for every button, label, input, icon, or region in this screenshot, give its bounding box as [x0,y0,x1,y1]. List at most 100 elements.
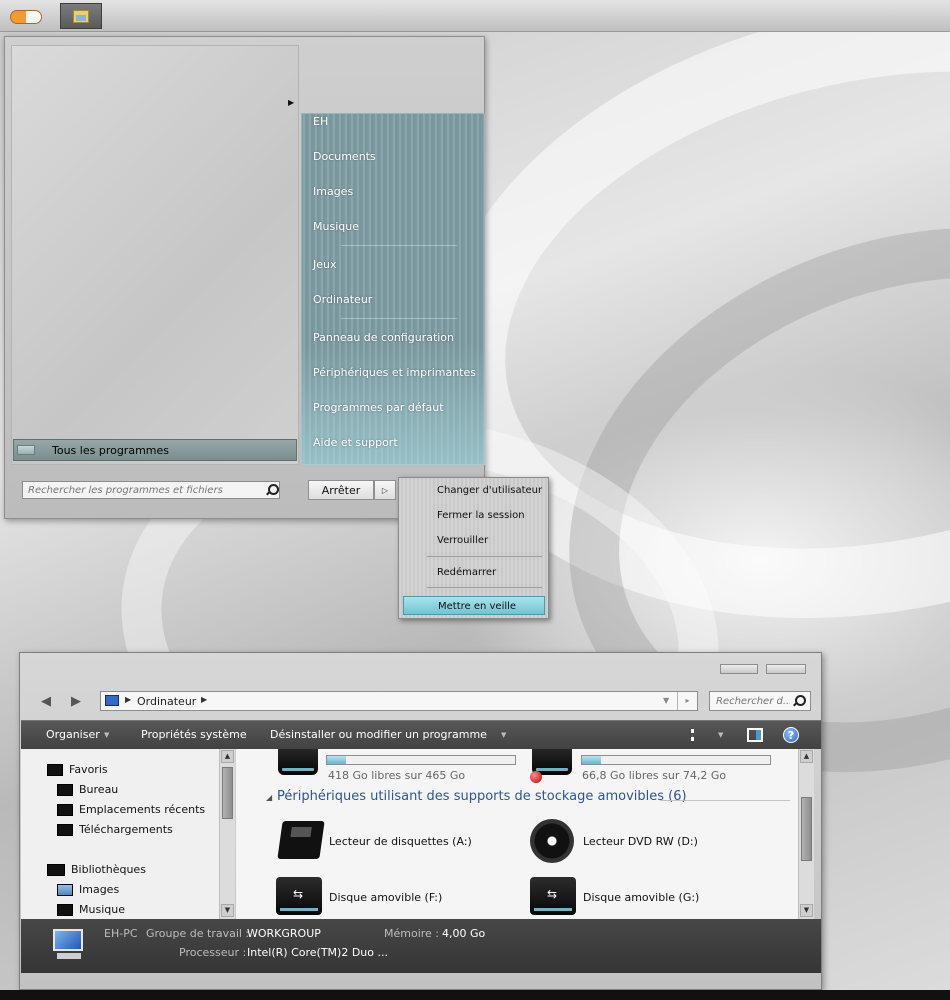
menu-item-log-off[interactable]: Fermer la session [437,510,525,521]
monitor-screen [53,929,83,951]
explorer-search-input[interactable] [710,695,790,707]
forward-arrow-icon[interactable]: ▶ [68,695,84,709]
processor-value: Intel(R) Core(TM)2 Duo ... [247,946,388,959]
place-documents[interactable]: Documents [313,150,376,163]
nav-favorites[interactable]: Favoris [47,763,108,776]
device-removable-f-label[interactable]: Disque amovible (F:) [329,891,442,904]
drive-usage-bar [326,755,516,765]
search-icon[interactable] [790,693,806,709]
device-removable-g-label[interactable]: Disque amovible (G:) [583,891,699,904]
device-floppy-label[interactable]: Lecteur de disquettes (A:) [329,835,472,848]
scroll-up-icon[interactable]: ▲ [221,750,234,763]
preview-pane-icon[interactable] [747,728,763,742]
nav-images[interactable]: Images [57,883,119,896]
menu-item-lock[interactable]: Verrouiller [437,535,488,546]
nav-recent-places-label: Emplacements récents [79,803,206,816]
place-default-programs[interactable]: Programmes par défaut [313,401,444,414]
nav-favorites-label: Favoris [69,763,108,776]
floppy-drive-icon[interactable] [277,821,325,859]
place-music[interactable]: Musique [313,220,359,233]
nav-libraries[interactable]: Bibliothèques [47,863,146,876]
nav-recent-places[interactable]: Emplacements récents [57,803,205,816]
menu-item-switch-user[interactable]: Changer d'utilisateur [437,485,542,496]
place-games[interactable]: Jeux [313,258,337,271]
nav-downloads[interactable]: Téléchargements [57,823,173,836]
scroll-down-icon[interactable]: ▼ [800,904,813,917]
chevron-down-icon[interactable]: ▼ [718,731,723,739]
place-control-panel[interactable]: Panneau de configuration [313,331,454,344]
uninstall-program-button[interactable]: Désinstaller ou modifier un programme [270,728,487,741]
usb-drive-icon[interactable] [276,877,322,915]
place-images[interactable]: Images [313,185,353,198]
place-computer[interactable]: Ordinateur [313,293,372,306]
desktop-icon [57,783,73,796]
start-orb-icon[interactable] [10,10,42,24]
scroll-thumb[interactable] [801,797,812,861]
navigation-scrollbar[interactable]: ▲ ▼ [219,749,235,919]
breadcrumb-computer[interactable]: Ordinateur [137,695,196,708]
refresh-icon[interactable]: ▸ [677,692,697,710]
place-help-support[interactable]: Aide et support [313,436,398,449]
start-search-box[interactable] [22,481,280,499]
breadcrumb-chevron-icon[interactable]: ▶ [201,695,207,704]
all-programs-button[interactable]: Tous les programmes [13,439,297,461]
explorer-window: ◀ ▶ ▶ Ordinateur ▶ ▼ ▸ Organiser ▼ Propr… [19,652,822,990]
change-view-icon[interactable] [691,729,705,741]
shutdown-options-arrow-icon[interactable]: ▷ [374,480,396,500]
minimize-button[interactable] [720,664,758,674]
place-user[interactable]: EH [313,115,328,128]
search-icon[interactable] [263,482,279,498]
star-icon [47,763,63,776]
processor-label: Processeur : [179,946,247,959]
workgroup-value: WORKGROUP [247,927,321,940]
menu-separator [427,587,542,588]
computer-name: EH-PC [104,927,138,940]
help-icon[interactable]: ? [783,727,799,743]
back-arrow-icon[interactable]: ◀ [38,695,54,709]
scroll-down-icon[interactable]: ▼ [221,904,234,917]
system-properties-button[interactable]: Propriétés système [141,728,247,741]
removable-storage-header[interactable]: Périphériques utilisant des supports de … [277,789,687,804]
dvd-drive-icon[interactable] [530,819,574,863]
computer-icon [49,929,87,959]
hard-drive-icon[interactable] [278,749,318,775]
taskbar-explorer-button[interactable] [60,3,102,29]
address-dropdown-icon[interactable]: ▼ [663,696,669,705]
all-programs-arrow-icon [17,445,35,455]
places-pane: EH Documents Images Musique Jeux Ordinat… [301,113,485,465]
nav-desktop[interactable]: Bureau [57,783,118,796]
section-divider [660,800,790,801]
pictures-icon [57,883,73,896]
memory-value: 4,00 Go [442,927,486,940]
collapse-chevron-icon[interactable]: ◢ [266,793,272,802]
chevron-down-icon[interactable]: ▼ [104,731,109,739]
programs-pane: ▶ [11,45,299,465]
drive-free-space: 66,8 Go libres sur 74,2 Go [582,769,727,782]
explorer-search-box[interactable] [709,691,811,711]
menu-item-sleep[interactable]: Mettre en veille [403,596,545,615]
menu-separator [427,556,542,557]
recent-places-icon [57,803,73,816]
address-bar[interactable]: ▶ Ordinateur ▶ ▼ ▸ [100,691,698,711]
places-separator [341,245,457,246]
organize-button[interactable]: Organiser [46,728,100,741]
usb-drive-icon[interactable] [530,877,576,915]
scroll-thumb[interactable] [222,767,233,819]
monitor-base [57,953,81,959]
menu-item-restart[interactable]: Redémarrer [437,567,496,578]
start-search-input[interactable] [23,482,263,498]
content-scrollbar[interactable]: ▲ ▼ [798,749,814,919]
details-pane: EH-PC Groupe de travail : WORKGROUP Mémo… [21,919,821,973]
places-separator [341,318,457,319]
command-bar: Organiser ▼ Propriétés système Désinstal… [21,720,821,749]
breadcrumb-chevron-icon[interactable]: ▶ [125,695,131,704]
scroll-up-icon[interactable]: ▲ [800,750,813,763]
shutdown-button[interactable]: Arrêter [308,480,374,500]
place-devices-printers[interactable]: Périphériques et imprimantes [313,366,476,379]
chevron-down-icon[interactable]: ▼ [501,731,506,739]
power-options-menu: Changer d'utilisateur Fermer la session … [398,477,549,619]
nav-music[interactable]: Musique [57,903,125,916]
device-dvd-label[interactable]: Lecteur DVD RW (D:) [583,835,698,848]
maximize-button[interactable] [766,664,806,674]
folder-icon [73,9,89,23]
